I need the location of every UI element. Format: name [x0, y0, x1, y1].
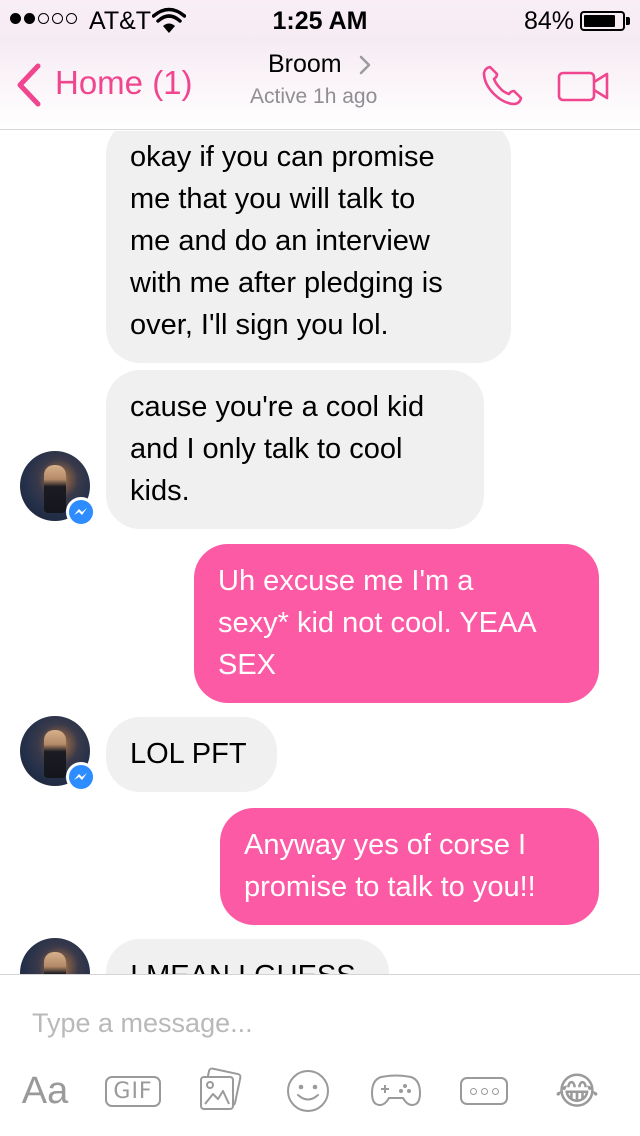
message-line: cause you're a cool kid — [130, 391, 425, 423]
game-controller-icon[interactable] — [368, 1061, 424, 1121]
avatar[interactable] — [20, 716, 96, 792]
message-line: over, I'll sign you lol. — [130, 309, 389, 341]
video-camera-icon[interactable] — [556, 68, 610, 104]
messenger-badge-icon — [66, 497, 96, 527]
messenger-screen: AT&T 1:25 AM 84% Home (1) Broom Active 1… — [0, 0, 640, 1136]
more-icon[interactable] — [458, 1061, 510, 1121]
phone-icon[interactable] — [478, 62, 526, 110]
composer-toolbar: Aa GIF 😂 — [0, 1061, 640, 1121]
message-line: me and do an interview — [130, 225, 430, 257]
more-icon-box — [460, 1077, 508, 1105]
emoji-icon[interactable]: 😂 — [552, 1061, 602, 1121]
avatar[interactable] — [20, 451, 96, 527]
gif-icon[interactable]: GIF — [104, 1061, 162, 1121]
status-bar: AT&T 1:25 AM 84% — [0, 0, 640, 40]
text-format-label: Aa — [21, 1069, 69, 1112]
message-line: promise to talk to you!! — [244, 871, 536, 903]
message-line: with me after pledging is — [130, 267, 443, 299]
message-composer: Aa GIF — [0, 974, 640, 1136]
emoji-glyph: 😂 — [554, 1070, 600, 1113]
message-line: LOL PFT — [130, 738, 247, 770]
message-bubble-incoming[interactable]: I MEAN I GUESS — [106, 939, 389, 974]
message-line: kids. — [130, 475, 190, 507]
message-line: and I only talk to cool — [130, 433, 403, 465]
avatar-photo — [44, 465, 66, 513]
message-bubble-outgoing[interactable]: Uh excuse me I'm a sexy* kid not cool. Y… — [194, 544, 599, 703]
text-format-icon[interactable]: Aa — [18, 1061, 72, 1121]
battery-nub — [626, 17, 630, 25]
contact-name[interactable]: Broom — [268, 50, 342, 79]
message-bubble-outgoing[interactable]: Anyway yes of corse I promise to talk to… — [220, 808, 599, 925]
message-bubble-incoming[interactable]: LOL PFT — [106, 717, 277, 792]
photo-icon[interactable] — [194, 1061, 246, 1121]
chevron-right-icon[interactable] — [358, 54, 372, 76]
message-bubble-incoming[interactable]: cause you're a cool kid and I only talk … — [106, 370, 484, 529]
message-input[interactable] — [32, 1003, 612, 1043]
message-bubble-incoming[interactable]: okay if you can promise me that you will… — [106, 131, 511, 363]
message-line: Anyway yes of corse I — [244, 829, 527, 861]
avatar-photo — [44, 730, 66, 778]
message-thread[interactable]: okay if you can promise me that you will… — [0, 131, 640, 974]
battery-percentage: 84% — [524, 7, 575, 35]
chevron-left-icon[interactable] — [14, 62, 44, 108]
gif-label: GIF — [105, 1075, 161, 1107]
conversation-header: Home (1) Broom Active 1h ago — [0, 40, 640, 130]
message-line: me that you will talk to — [130, 183, 416, 215]
message-line: I MEAN I GUESS — [130, 955, 365, 974]
sticker-icon[interactable] — [284, 1061, 332, 1121]
battery-icon — [580, 11, 625, 31]
message-line: okay if you can promise — [130, 141, 435, 173]
contact-active-status: Active 1h ago — [250, 85, 378, 108]
avatar[interactable] — [20, 938, 90, 974]
messenger-badge-icon — [66, 762, 96, 792]
message-line: Uh excuse me I'm a — [218, 565, 474, 597]
message-line: sexy* kid not cool. YEAA — [218, 607, 537, 639]
avatar-photo — [44, 952, 66, 974]
back-button[interactable]: Home (1) — [55, 64, 193, 102]
message-line: SEX — [218, 649, 277, 681]
